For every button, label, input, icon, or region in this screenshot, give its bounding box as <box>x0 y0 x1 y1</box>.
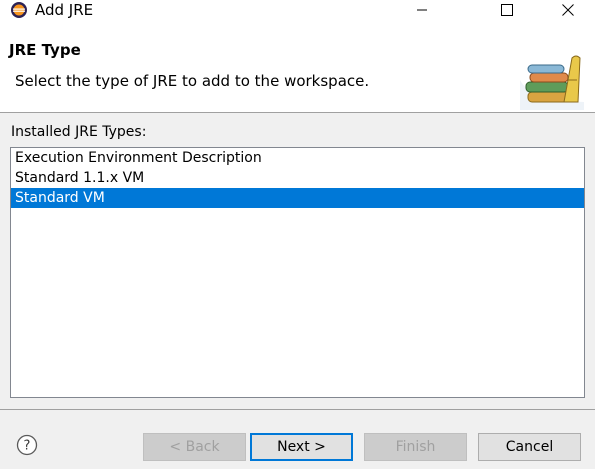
window-title: Add JRE <box>35 1 94 19</box>
footer-divider <box>0 409 595 410</box>
list-item-standard-vm[interactable]: Standard VM <box>11 188 584 208</box>
help-icon[interactable]: ? <box>16 434 38 456</box>
jre-types-list[interactable]: Execution Environment Description Standa… <box>10 147 585 398</box>
minimize-icon <box>417 9 427 11</box>
page-title: JRE Type <box>9 41 81 59</box>
next-button[interactable]: Next > <box>250 433 353 461</box>
close-button[interactable] <box>548 0 588 20</box>
jre-types-label: Installed JRE Types: <box>11 124 147 140</box>
cancel-button[interactable]: Cancel <box>478 433 581 461</box>
title-bar: Add JRE <box>0 0 595 20</box>
maximize-icon <box>501 4 513 16</box>
books-stack-icon <box>520 55 584 110</box>
wizard-header: JRE Type Select the type of JRE to add t… <box>0 20 595 113</box>
minimize-button[interactable] <box>402 0 442 20</box>
page-description: Select the type of JRE to add to the wor… <box>15 72 370 90</box>
list-item-standard-11x-vm[interactable]: Standard 1.1.x VM <box>11 168 584 188</box>
svg-text:?: ? <box>24 439 31 454</box>
back-button[interactable]: < Back <box>143 433 246 461</box>
eclipse-icon <box>11 2 27 18</box>
maximize-button[interactable] <box>487 0 527 20</box>
close-icon <box>562 4 574 16</box>
finish-button[interactable]: Finish <box>364 433 467 461</box>
list-item-execution-environment[interactable]: Execution Environment Description <box>11 148 584 168</box>
